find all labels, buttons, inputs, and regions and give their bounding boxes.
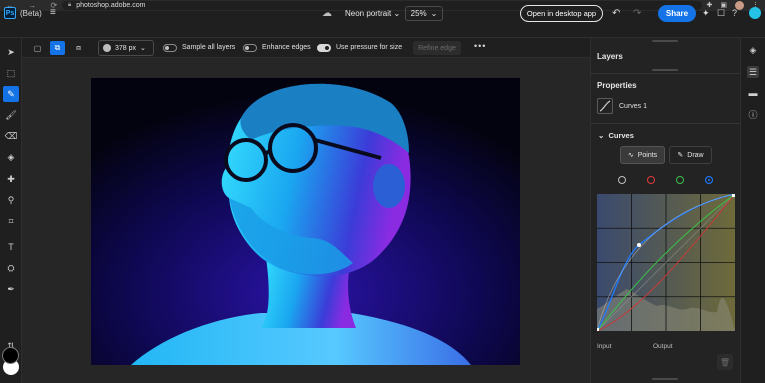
chevron-down-icon: ⌄ (140, 45, 146, 52)
divider (590, 123, 740, 124)
spot-healing-icon[interactable]: ✚ (3, 171, 19, 187)
input-label: Input (597, 343, 612, 350)
chevron-down-icon: ⌄ (430, 9, 438, 18)
points-label: Points (637, 151, 658, 159)
open-in-desktop-button[interactable]: Open in desktop app (520, 5, 603, 22)
url-text: photoshop.adobe.com (76, 2, 146, 9)
curves-graph[interactable] (596, 193, 736, 332)
red-channel-radio[interactable] (647, 176, 655, 184)
eyedropper-icon[interactable]: ✒ (3, 281, 19, 297)
adjustments-icon[interactable]: ☰ (747, 66, 759, 78)
sample-all-layers-toggle[interactable] (163, 44, 177, 52)
crop-tool-icon[interactable]: ⌗ (3, 213, 19, 229)
enhance-edges-toggle[interactable] (243, 44, 257, 52)
menu-icon[interactable]: ≡ (50, 8, 56, 18)
options-bar: ▢ ⧉ ⧈ 378 px ⌄ Sample all layers Enhance… (0, 38, 590, 58)
curves-section-title: Curves (608, 131, 634, 140)
subtract-selection-icon[interactable]: ⧈ (71, 41, 86, 55)
points-mode-button[interactable]: ∿ Points (620, 146, 665, 164)
type-tool-icon[interactable]: T (3, 239, 19, 255)
sample-all-layers-label: Sample all layers (182, 44, 236, 51)
paint-bucket-icon[interactable]: ◈ (3, 149, 19, 165)
brush-preview-icon (103, 44, 111, 52)
document-image[interactable] (91, 78, 520, 365)
cloud-sync-icon[interactable]: ☁ (322, 8, 332, 19)
blue-channel-radio[interactable] (705, 176, 713, 184)
plugins-icon[interactable]: ✦ (702, 8, 710, 19)
curve-points-icon: ∿ (627, 152, 634, 159)
refine-edge-button[interactable]: Refine edge (413, 41, 461, 55)
help-icon[interactable]: ? (732, 8, 737, 18)
adjustment-layer-name: Curves 1 (619, 103, 648, 110)
add-selection-icon[interactable]: ⧉ (50, 41, 65, 55)
notifications-icon[interactable]: ☐ (717, 8, 725, 19)
lock-icon: 🔒︎ (68, 2, 72, 8)
portrait-illustration (91, 78, 520, 365)
undo-icon[interactable]: ↶ (612, 8, 620, 19)
new-selection-icon[interactable]: ▢ (30, 41, 45, 55)
chevron-down-icon: ⌄ (598, 131, 605, 140)
green-channel-radio[interactable] (676, 176, 684, 184)
document-name-dropdown[interactable]: Neon portrait ⌄ (345, 9, 400, 18)
panel-grip[interactable] (652, 69, 678, 71)
share-button[interactable]: Share (658, 5, 696, 22)
panel-grip[interactable] (652, 40, 678, 42)
use-pressure-toggle[interactable] (317, 44, 331, 52)
use-pressure-label: Use pressure for size (336, 44, 403, 51)
more-options-icon[interactable]: ••• (474, 41, 486, 51)
rgb-channel-radio[interactable] (618, 176, 626, 184)
brush-size-value: 378 px (115, 44, 137, 52)
comments-icon[interactable]: ▬ (747, 87, 759, 99)
quick-selection-tool-icon[interactable]: ✎ (3, 86, 19, 102)
eraser-tool-icon[interactable]: ⌫ (3, 128, 19, 144)
properties-panel-title: Properties (597, 81, 637, 90)
brush-size-dropdown[interactable]: 378 px ⌄ (98, 40, 154, 56)
foreground-color-swatch[interactable] (2, 347, 19, 364)
tools-panel: ➤ ⬚ ✎ 🖌︎ ⌫ ◈ ✚ ⚲ ⌗ T ⛭ ✒ ⇅ (0, 38, 22, 383)
panel-grip[interactable] (652, 378, 678, 380)
draw-mode-button[interactable]: ✎ Draw (669, 146, 712, 164)
creative-cloud-icon[interactable] (749, 7, 761, 19)
brush-tool-icon[interactable]: 🖌︎ (3, 107, 19, 123)
layers-panel-title[interactable]: Layers (597, 52, 623, 61)
document-name: Neon portrait (345, 9, 392, 18)
zoom-dropdown[interactable]: 25% ⌄ (405, 6, 443, 21)
curves-adjustment-icon (597, 98, 613, 114)
beta-label: (Beta) (20, 9, 42, 18)
zoom-value: 25% (410, 9, 427, 18)
photoshop-logo[interactable]: Ps (4, 7, 16, 19)
info-icon[interactable]: ⓘ (747, 108, 759, 120)
divider (590, 73, 740, 74)
place-image-icon[interactable]: ⛭ (3, 260, 19, 276)
enhance-edges-label: Enhance edges (262, 44, 311, 51)
delete-icon[interactable]: 🗑︎ (717, 354, 733, 370)
clone-stamp-icon[interactable]: ⚲ (3, 192, 19, 208)
draw-label: Draw (687, 151, 704, 159)
curves-section-toggle[interactable]: ⌄ Curves (598, 131, 634, 140)
move-tool-icon[interactable]: ➤ (3, 44, 19, 60)
output-label: Output (653, 343, 673, 350)
layers-icon[interactable]: ◈ (747, 44, 759, 56)
redo-icon[interactable]: ↷ (633, 8, 641, 19)
transform-tool-icon[interactable]: ⬚ (3, 65, 19, 81)
pencil-icon: ✎ (677, 152, 684, 159)
